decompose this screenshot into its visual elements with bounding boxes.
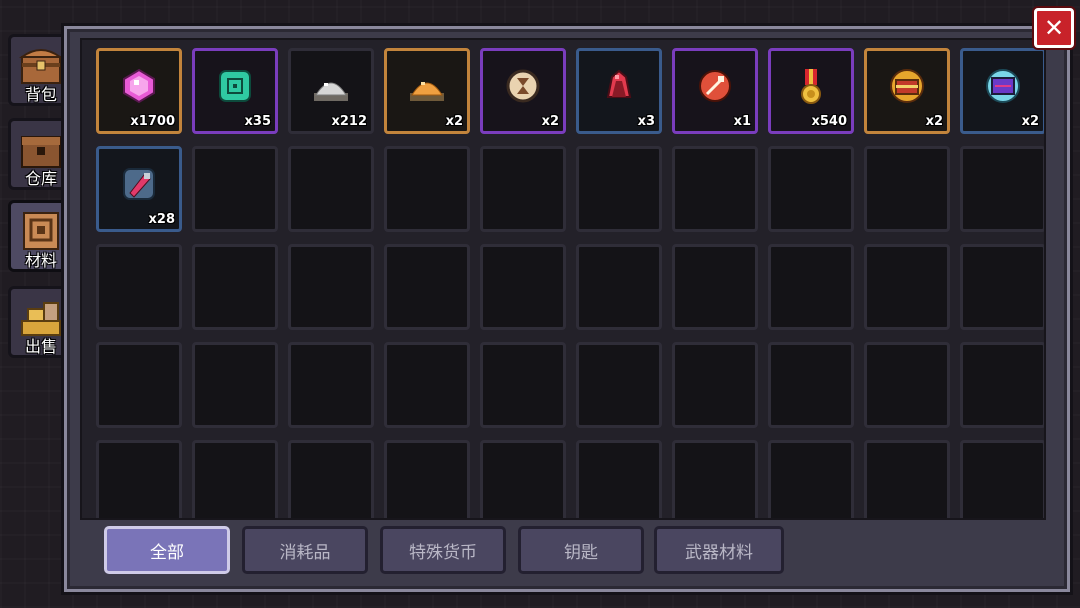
- item-count: x1700: [130, 114, 175, 129]
- inventory-slot-empty[interactable]: [864, 146, 950, 232]
- filter-all-button[interactable]: 全部: [104, 526, 230, 574]
- tab-backpack-label: 背包: [24, 85, 57, 104]
- inventory-slot-empty[interactable]: [96, 440, 182, 518]
- inventory-slot-item[interactable]: x3: [576, 48, 662, 134]
- inventory-slot-empty[interactable]: [384, 146, 470, 232]
- gold-ore-pile-icon: [408, 67, 446, 105]
- inventory-slot-empty[interactable]: [576, 440, 662, 518]
- drill-bit-icon: [120, 165, 158, 203]
- item-count: x28: [148, 212, 175, 227]
- red-rune-icon: [696, 67, 734, 105]
- inventory-slot-empty[interactable]: [192, 342, 278, 428]
- inventory-slot-empty[interactable]: [384, 342, 470, 428]
- inventory-slot-empty[interactable]: [960, 244, 1044, 330]
- inventory-slot-empty[interactable]: [192, 146, 278, 232]
- item-count: x2: [445, 114, 463, 129]
- inventory-slot-empty[interactable]: [960, 342, 1044, 428]
- filter-weapon-materials-button[interactable]: 武器材料: [654, 526, 784, 574]
- golden-chest-icon: [888, 67, 926, 105]
- inventory-slot-item[interactable]: x35: [192, 48, 278, 134]
- item-count: x540: [811, 114, 847, 129]
- jade-coin-icon: [216, 67, 254, 105]
- inventory-slot-empty[interactable]: [288, 146, 374, 232]
- inventory-slot-empty[interactable]: [768, 146, 854, 232]
- inventory-slot-empty[interactable]: [960, 440, 1044, 518]
- hourglass-token-icon: [504, 67, 542, 105]
- inventory-slot-empty[interactable]: [960, 146, 1044, 232]
- inventory-slot-empty[interactable]: [288, 342, 374, 428]
- inventory-slot-empty[interactable]: [672, 146, 758, 232]
- inventory-slot-empty[interactable]: [672, 244, 758, 330]
- inventory-slot-item[interactable]: x2: [480, 48, 566, 134]
- inventory-slot-empty[interactable]: [768, 342, 854, 428]
- inventory-slot-empty[interactable]: [288, 244, 374, 330]
- inventory-slot-empty[interactable]: [480, 440, 566, 518]
- inventory-slot-empty[interactable]: [864, 342, 950, 428]
- tech-chip-icon: [984, 67, 1022, 105]
- inventory-slot-empty[interactable]: [96, 244, 182, 330]
- inventory-slot-item[interactable]: x1700: [96, 48, 182, 134]
- inventory-slot-empty[interactable]: [192, 440, 278, 518]
- inventory-slot-empty[interactable]: [864, 244, 950, 330]
- inventory-slot-item[interactable]: x212: [288, 48, 374, 134]
- inventory-slot-empty[interactable]: [576, 342, 662, 428]
- inventory-slot-empty[interactable]: [768, 440, 854, 518]
- red-crystal-icon: [600, 67, 638, 105]
- item-count: x35: [244, 114, 271, 129]
- inventory-slot-item[interactable]: x1: [672, 48, 758, 134]
- item-count: x1: [733, 114, 751, 129]
- tab-storage-label: 仓库: [24, 169, 57, 188]
- inventory-slot-item[interactable]: x2: [864, 48, 950, 134]
- close-button[interactable]: ✕: [1034, 8, 1074, 48]
- filter-keys-button[interactable]: 钥匙: [518, 526, 644, 574]
- inventory-slot-empty[interactable]: [192, 244, 278, 330]
- inventory-slot-empty[interactable]: [576, 146, 662, 232]
- inventory-slot-item[interactable]: x2: [960, 48, 1044, 134]
- tab-materials-label: 材料: [24, 251, 57, 270]
- inventory-slot-item[interactable]: x540: [768, 48, 854, 134]
- item-count: x3: [637, 114, 655, 129]
- filter-bar: 全部 消耗品 特殊货币 钥匙 武器材料: [80, 526, 1046, 576]
- close-icon: ✕: [1043, 14, 1065, 42]
- item-count: x2: [1021, 114, 1039, 129]
- medal-icon: [792, 67, 830, 105]
- item-count: x2: [541, 114, 559, 129]
- inventory-slot-empty[interactable]: [672, 342, 758, 428]
- filter-special-currency-button[interactable]: 特殊货币: [380, 526, 506, 574]
- pink-gem-icon: [120, 67, 158, 105]
- filter-consumables-button[interactable]: 消耗品: [242, 526, 368, 574]
- inventory-slot-item[interactable]: x28: [96, 146, 182, 232]
- item-count: x212: [331, 114, 367, 129]
- inventory-slot-empty[interactable]: [288, 440, 374, 518]
- silver-ore-pile-icon: [312, 67, 350, 105]
- item-grid: x1700 x35 x212 x2 x2 x3 x1 x540 x2 x2 x28: [80, 38, 1046, 520]
- inventory-slot-empty[interactable]: [864, 440, 950, 518]
- inventory-slot-empty[interactable]: [480, 342, 566, 428]
- inventory-slot-empty[interactable]: [672, 440, 758, 518]
- inventory-slot-empty[interactable]: [576, 244, 662, 330]
- inventory-slot-item[interactable]: x2: [384, 48, 470, 134]
- item-count: x2: [925, 114, 943, 129]
- inventory-slot-empty[interactable]: [768, 244, 854, 330]
- inventory-slot-empty[interactable]: [480, 146, 566, 232]
- inventory-slot-empty[interactable]: [480, 244, 566, 330]
- inventory-slot-empty[interactable]: [384, 244, 470, 330]
- tab-sell-label: 出售: [24, 337, 57, 356]
- inventory-slot-empty[interactable]: [384, 440, 470, 518]
- inventory-slot-empty[interactable]: [96, 342, 182, 428]
